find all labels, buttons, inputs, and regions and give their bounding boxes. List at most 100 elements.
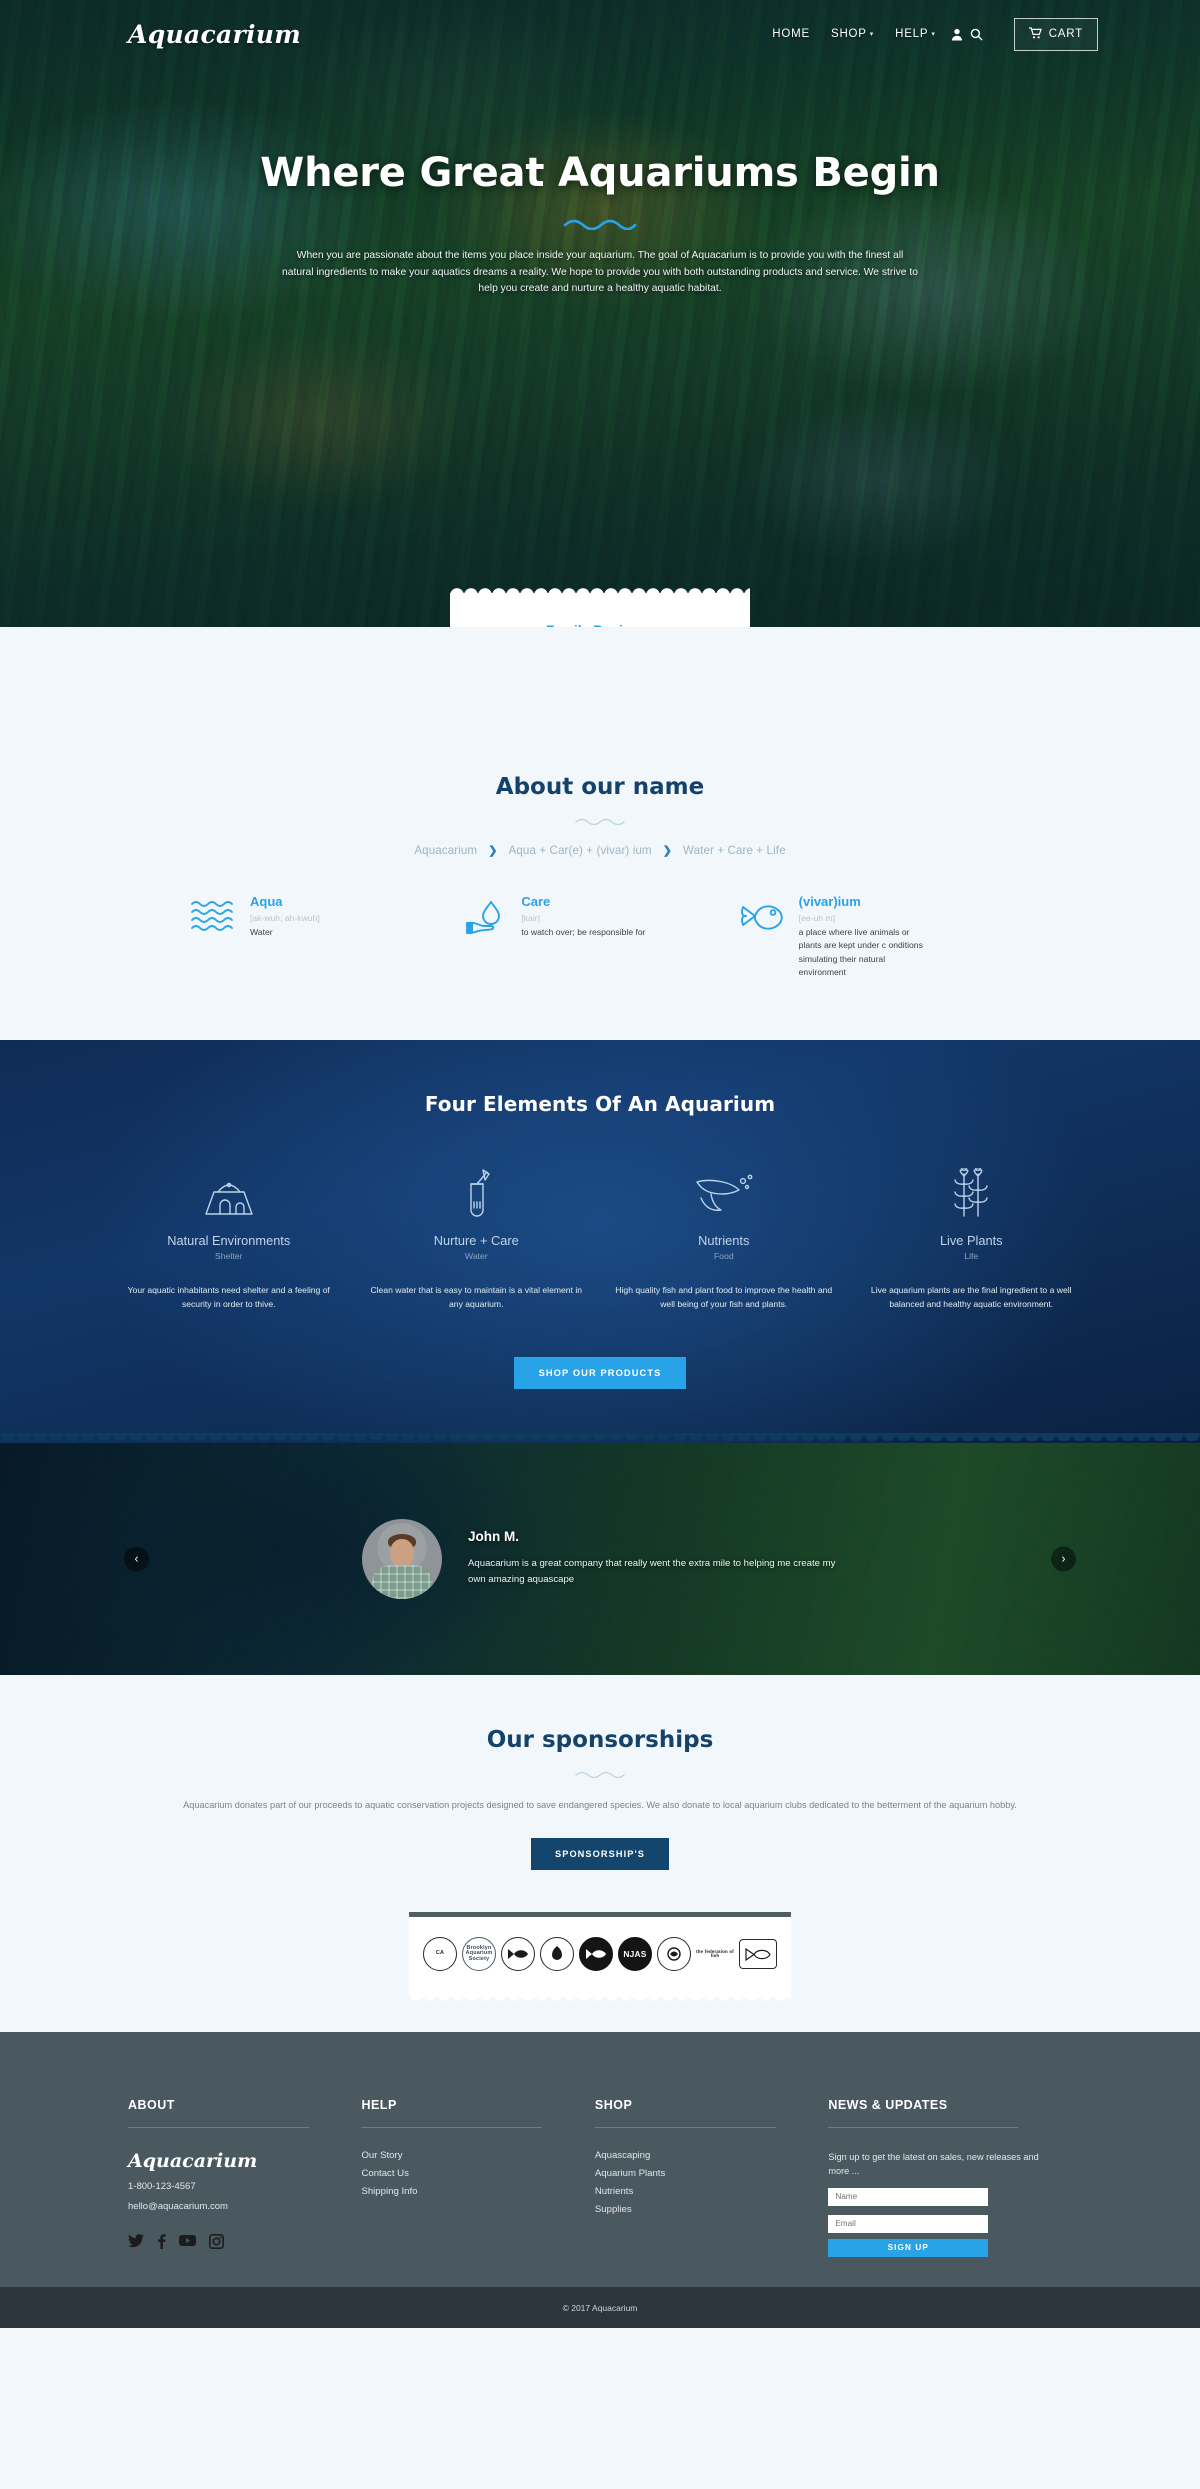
sponsor-logo-njas[interactable]: NJAS xyxy=(618,1937,652,1972)
footer-link-aquascaping[interactable]: Aquascaping xyxy=(595,2150,800,2161)
hand-water-drop-icon xyxy=(463,894,507,942)
card-scallop-edge xyxy=(450,585,750,595)
sponsorships-paragraph: Aquacarium donates part of our proceeds … xyxy=(183,1799,1017,1810)
nav-item-shop[interactable]: SHOP ▾ xyxy=(831,28,874,40)
waves-icon xyxy=(190,894,236,936)
sponsor-logo-round-society[interactable] xyxy=(657,1937,691,1972)
footer-social-links xyxy=(128,2234,333,2250)
definition-item-care: Care [kair] to watch over; be responsibl… xyxy=(463,894,736,980)
footer-link-contact-us[interactable]: Contact Us xyxy=(361,2168,566,2179)
cart-button-label: CART xyxy=(1048,28,1083,40)
castle-shelter-icon xyxy=(117,1160,341,1218)
shopping-cart-icon xyxy=(1028,26,1042,42)
footer-column-help: HELP Our Story Contact Us Shipping Info xyxy=(361,2098,594,2257)
element-subtitle: Water xyxy=(464,1250,488,1261)
footer-email[interactable]: hello@aquacarium.com xyxy=(128,2201,333,2212)
testimonial-next-button[interactable]: › xyxy=(1051,1546,1076,1572)
hero-section: Aquacarium HOME SHOP ▾ HELP ▾ CART Where… xyxy=(0,0,1200,627)
nav-utility-icons xyxy=(951,28,983,41)
element-description: High quality fish and plant food to impr… xyxy=(615,1284,833,1310)
element-name: Natural Environments xyxy=(167,1232,291,1248)
sponsorships-section: Our sponsorships Aquacarium donates part… xyxy=(0,1674,1200,2005)
footer-link-shipping-info[interactable]: Shipping Info xyxy=(361,2186,566,2197)
nav-item-help[interactable]: HELP ▾ xyxy=(895,28,936,40)
element-subtitle: Life xyxy=(964,1250,979,1261)
footer-phone[interactable]: 1-800-123-4567 xyxy=(128,2181,333,2192)
twitter-icon[interactable] xyxy=(128,2234,144,2249)
four-elements-section: Four Elements Of An Aquarium Natural Env… xyxy=(0,1040,1200,1443)
breadcrumb-item-2: Aqua + Car(e) + (vivar) ium xyxy=(508,844,652,857)
footer-link-nutrients[interactable]: Nutrients xyxy=(595,2186,800,2197)
sponsor-logo-text: CA xyxy=(435,1950,445,1957)
shop-our-products-button[interactable]: SHOP OUR PRODUCTS xyxy=(513,1356,687,1389)
sponsor-logo-dark-fish[interactable] xyxy=(579,1937,613,1972)
footer-link-our-story[interactable]: Our Story xyxy=(361,2150,566,2161)
sponsor-logo-brooklyn-aquarium-society[interactable]: Brooklyn Aquarium Society xyxy=(462,1937,496,1972)
footer-link-aquarium-plants[interactable]: Aquarium Plants xyxy=(595,2168,800,2179)
avatar-shirt xyxy=(372,1564,432,1599)
sponsor-logos-wrapper: CA Brooklyn Aquarium Society NJAS the fe… xyxy=(0,1912,1200,2005)
copyright-bar: © 2017 Aquacarium xyxy=(0,2286,1200,2328)
facebook-icon[interactable] xyxy=(157,2234,166,2250)
newsletter-email-input[interactable] xyxy=(828,2214,989,2233)
definition-word: Aqua xyxy=(250,894,283,909)
newsletter-signup-button[interactable]: SIGN UP xyxy=(828,2238,989,2257)
definition-word: Care xyxy=(521,894,551,909)
card-scallop-edge xyxy=(409,1994,791,2005)
chevron-right-icon: ❯ xyxy=(662,845,673,857)
definition-meaning: a place where live animals or plants are… xyxy=(798,926,923,978)
element-description: Clean water that is easy to maintain is … xyxy=(370,1284,583,1310)
sponsor-logo-text: Brooklyn Aquarium Society xyxy=(465,1944,493,1962)
sponsorships-button[interactable]: SPONSORSHIP'S xyxy=(530,1838,669,1871)
breadcrumb: Aquacarium ❯ Aqua + Car(e) + (vivar) ium… xyxy=(0,844,1200,857)
sponsor-logo-fish-club[interactable] xyxy=(501,1937,535,1972)
element-subtitle: Shelter xyxy=(214,1250,243,1261)
fish-icon xyxy=(737,894,785,938)
definition-pronunciation: [kair] xyxy=(521,912,540,923)
elements-list: Natural Environments Shelter Your aquati… xyxy=(0,1160,1200,1312)
definition-text: Care [kair] to watch over; be responsibl… xyxy=(521,894,645,939)
definition-item-aqua: Aqua [ak-wuh, ah-kwuh] Water xyxy=(190,894,463,980)
sponsor-logo-aquarium-club[interactable] xyxy=(540,1937,574,1972)
testimonial-section: ‹ John M. Aquacarium is a great company … xyxy=(0,1442,1200,1675)
section-scallop-edge xyxy=(0,1432,1200,1443)
instagram-icon[interactable] xyxy=(209,2234,224,2250)
definition-pronunciation: [ak-wuh, ah-kwuh] xyxy=(250,912,320,923)
youtube-icon[interactable] xyxy=(179,2234,196,2249)
footer-column-title: ABOUT xyxy=(128,2098,175,2113)
definitions-list: Aqua [ak-wuh, ah-kwuh] Water Care [kair]… xyxy=(0,894,1200,980)
footer-link-supplies[interactable]: Supplies xyxy=(595,2204,800,2215)
element-subtitle: Food xyxy=(713,1250,734,1261)
cart-button[interactable]: CART xyxy=(1013,17,1098,51)
family-card-title: Family Business xyxy=(472,623,728,627)
sponsor-logo-federation-of-fish[interactable]: the federation of fish xyxy=(696,1939,734,1969)
sponsor-logo-text: the federation of fish xyxy=(696,1948,734,1959)
definition-text: (vivar)ium [ee-uh m] a place where live … xyxy=(799,894,927,980)
footer-column-title: HELP xyxy=(361,2098,397,2113)
newsletter-copy: Sign up to get the latest on sales, new … xyxy=(828,2152,1039,2177)
divider xyxy=(594,2127,776,2129)
footer-column-about: ABOUT Aquacarium 1-800-123-4567 hello@aq… xyxy=(128,2098,361,2257)
definition-item-vivarium: (vivar)ium [ee-uh m] a place where live … xyxy=(737,894,1010,980)
wave-divider-icon xyxy=(563,219,637,230)
search-icon[interactable] xyxy=(970,28,983,41)
testimonial-quote: Aquacarium is a great company that reall… xyxy=(468,1557,836,1586)
definition-pronunciation: [ee-uh m] xyxy=(798,912,835,923)
element-natural-environments: Natural Environments Shelter Your aquati… xyxy=(105,1160,353,1312)
element-description: Your aquatic inhabitants need shelter an… xyxy=(127,1284,330,1310)
sponsor-logo-fish-badge[interactable] xyxy=(739,1939,777,1970)
nav-item-home[interactable]: HOME xyxy=(772,28,810,40)
footer-columns: ABOUT Aquacarium 1-800-123-4567 hello@aq… xyxy=(0,2098,1200,2257)
sponsor-logo-conservation-society[interactable]: CA xyxy=(423,1937,457,1972)
nav-item-shop-label: SHOP xyxy=(830,28,867,40)
hero-paragraph: When you are passionate about the items … xyxy=(282,250,918,295)
avatar-face xyxy=(390,1538,414,1567)
about-section-title: About our name xyxy=(495,774,705,800)
site-logo[interactable]: Aquacarium xyxy=(128,20,301,49)
newsletter-name-input[interactable] xyxy=(828,2187,989,2206)
testimonial-prev-button[interactable]: ‹ xyxy=(124,1546,149,1572)
about-our-name-section: About our name Aquacarium ❯ Aqua + Car(e… xyxy=(0,627,1200,1040)
nav-item-home-label: HOME xyxy=(772,28,810,40)
wave-divider-icon xyxy=(575,818,625,825)
user-icon[interactable] xyxy=(951,28,963,41)
